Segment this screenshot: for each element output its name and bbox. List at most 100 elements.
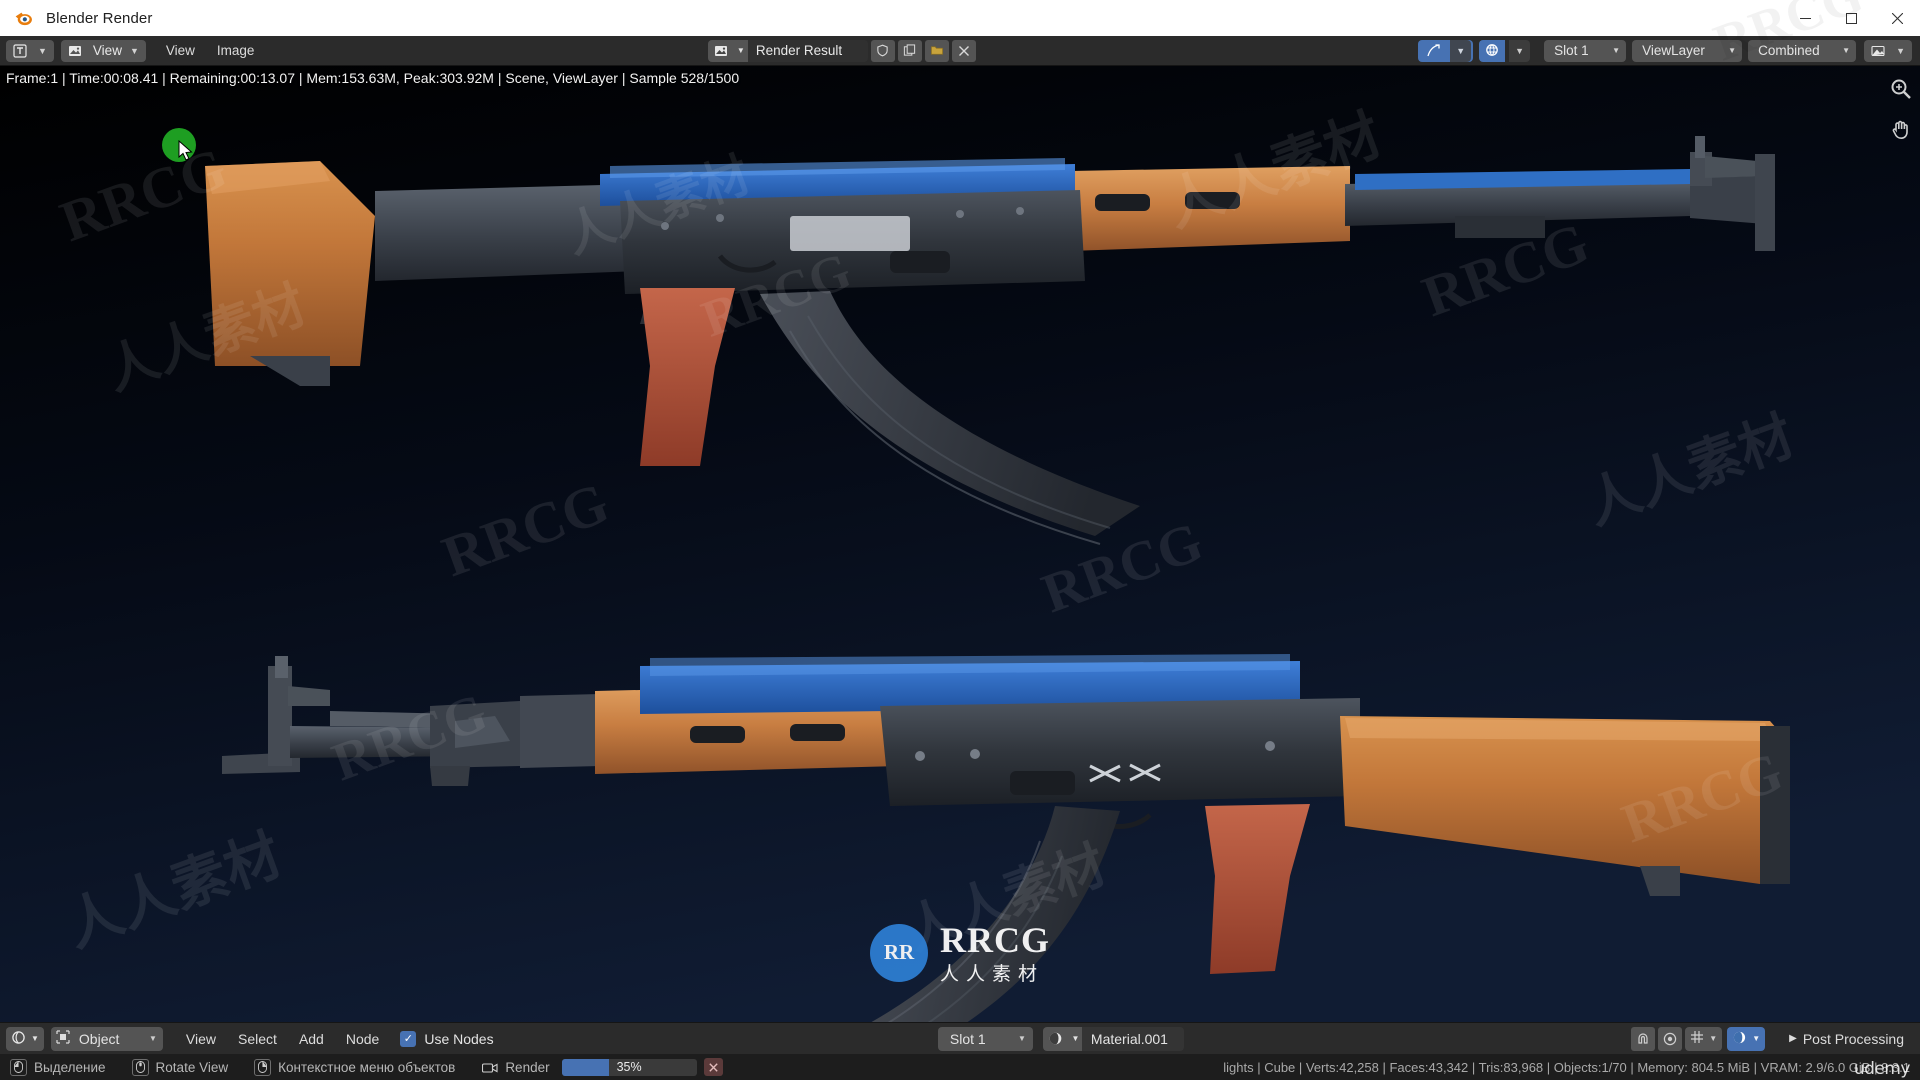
image-editor-header: ▼ View ▼ View Image ▼ Render Result ▼ ▼ …	[0, 36, 1920, 66]
chevron-down-icon: ▼	[31, 1034, 39, 1043]
minimize-button[interactable]	[1782, 0, 1828, 36]
fake-user-shield-icon[interactable]	[870, 39, 895, 62]
maximize-button[interactable]	[1828, 0, 1874, 36]
rrcg-logo-circle: RR	[870, 923, 928, 982]
status-bar: Выделение Rotate View Контекстное меню о…	[0, 1054, 1920, 1080]
use-nodes-toggle[interactable]: ✓ Use Nodes	[400, 1030, 494, 1047]
shader-editor-header: ▼ Object ▼ View Select Add Node ✓ Use No…	[0, 1022, 1920, 1054]
rrcg-logo-line1: RRCG	[940, 920, 1050, 960]
node-slot-selector[interactable]: Slot 1 ▼	[937, 1026, 1033, 1051]
checkbox-checked-icon: ✓	[400, 1030, 417, 1047]
post-processing-label: Post Processing	[1802, 1030, 1905, 1047]
image-datablock-icon	[707, 39, 734, 62]
shader-editor-type-selector[interactable]: ▼	[6, 1026, 44, 1051]
menu-image[interactable]: Image	[206, 40, 266, 62]
zoom-magnifier-icon[interactable]	[1890, 78, 1912, 104]
image-editor-type-icon	[8, 39, 32, 62]
chevron-down-icon[interactable]: ▼	[1450, 39, 1472, 62]
window-controls	[1782, 0, 1920, 36]
shading-sphere-icon	[1732, 1030, 1747, 1048]
chevron-down-icon: ▼	[129, 45, 139, 56]
snap-grid-icon	[1690, 1030, 1704, 1047]
use-nodes-label: Use Nodes	[424, 1030, 494, 1047]
shader-type-label: Object	[78, 1030, 120, 1047]
render-progress-bar: 35%	[561, 1058, 697, 1076]
rrcg-center-logo: RR RRCG 人人素材	[870, 919, 1050, 986]
chevron-down-icon: ▼	[1018, 1034, 1026, 1043]
gizmo-toggle[interactable]: ▼	[1418, 39, 1474, 62]
image-datablock-name: Render Result	[747, 39, 868, 62]
chevron-down-icon: ▼	[1842, 46, 1851, 55]
window-title: Blender Render	[46, 9, 153, 27]
chevron-down-icon: ▼	[1752, 1034, 1761, 1043]
udemy-watermark: udemy	[1853, 1059, 1911, 1079]
status-select-hint: Выделение	[10, 1058, 106, 1076]
snap-grid-selector[interactable]: ▼	[1685, 1026, 1723, 1051]
overlays-toggle-icon	[1479, 39, 1506, 62]
editor-type-selector[interactable]: ▼	[6, 39, 54, 62]
node-menu-select[interactable]: Select	[227, 1027, 288, 1051]
node-menu-node[interactable]: Node	[335, 1027, 390, 1051]
chevron-down-icon: ▼	[38, 45, 47, 56]
new-image-copy-icon[interactable]	[897, 39, 922, 62]
status-context-menu-label: Контекстное меню объектов	[278, 1059, 456, 1075]
shader-editor-type-icon	[11, 1030, 26, 1048]
chevron-down-icon[interactable]: ▼	[1509, 39, 1531, 62]
chevron-down-icon: ▼	[1709, 1034, 1718, 1043]
shader-type-selector[interactable]: Object ▼	[50, 1026, 163, 1051]
blender-render-window: Blender Render RRCG ▼ View	[0, 0, 1920, 1080]
chevron-down-icon: ▼	[1728, 46, 1737, 55]
chevron-down-icon: ▼	[1612, 46, 1621, 55]
render-slot-selector[interactable]: Slot 1 ▼	[1544, 39, 1627, 62]
render-slot-label: Slot 1	[1554, 43, 1589, 58]
view-layer-label: ViewLayer	[1642, 43, 1705, 58]
status-rotate-label: Rotate View	[155, 1059, 229, 1075]
chevron-down-icon: ▼	[149, 1034, 157, 1043]
render-result-image	[0, 66, 1920, 1022]
pan-hand-icon[interactable]	[1890, 118, 1912, 144]
mouse-right-icon	[254, 1058, 272, 1076]
render-progress-percent: 35%	[616, 1059, 642, 1074]
unlink-x-icon[interactable]	[951, 39, 976, 62]
node-menu-add[interactable]: Add	[288, 1027, 335, 1051]
material-sphere-icon	[1042, 1026, 1069, 1051]
chevron-right-icon: ▶	[1789, 1033, 1797, 1044]
display-channels-selector[interactable]: ▼	[1864, 39, 1913, 62]
material-datablock-selector[interactable]: ▼ Material.001	[1042, 1026, 1184, 1051]
render-progress: 35%	[561, 1058, 723, 1076]
image-view-mode-selector[interactable]: View ▼	[60, 39, 146, 62]
overlays-toggle[interactable]: ▼	[1477, 39, 1532, 62]
mouse-cursor-icon	[178, 140, 193, 161]
snap-magnet-icon[interactable]	[1631, 1026, 1656, 1051]
cancel-render-button[interactable]	[703, 1058, 723, 1076]
display-channels-icon	[1866, 39, 1891, 62]
render-job-label: Render	[505, 1059, 550, 1075]
blender-logo-icon	[15, 12, 32, 26]
mouse-left-icon	[10, 1058, 27, 1076]
render-pass-selector[interactable]: Combined ▼	[1748, 39, 1857, 62]
menu-view[interactable]: View	[155, 40, 206, 62]
open-image-folder-icon[interactable]	[924, 39, 949, 62]
view-layer-selector[interactable]: ViewLayer ▼	[1632, 39, 1743, 62]
window-title-bar: Blender Render RRCG	[0, 0, 1920, 72]
node-slot-label: Slot 1	[949, 1030, 986, 1047]
render-progress-info: Frame:1 | Time:00:08.41 | Remaining:00:1…	[6, 70, 740, 86]
rrcg-logo-line2: 人人素材	[940, 963, 1045, 985]
proportional-edit-icon[interactable]	[1658, 1026, 1683, 1051]
gizmo-toggle-icon	[1420, 39, 1447, 62]
render-job-status: Render	[481, 1059, 550, 1076]
image-view-mode-label: View	[92, 43, 122, 58]
render-pass-label: Combined	[1758, 43, 1820, 58]
render-camera-icon	[481, 1059, 498, 1076]
image-datablock-selector[interactable]: ▼ Render Result	[707, 39, 868, 62]
object-shader-icon	[56, 1030, 70, 1047]
chevron-down-icon: ▼	[733, 39, 748, 62]
post-processing-panel-toggle[interactable]: ▶ Post Processing	[1789, 1031, 1904, 1047]
close-button[interactable]	[1874, 0, 1920, 36]
viewport-side-tools	[1890, 78, 1912, 144]
status-select-label: Выделение	[34, 1059, 106, 1075]
render-viewport[interactable]: RRCG 人人素材 RRCG 人人素材 RRCG 人人素材 RRCG 人人素材 …	[0, 66, 1920, 1022]
shading-selector[interactable]: ▼	[1727, 1026, 1766, 1051]
node-menu-view[interactable]: View	[175, 1027, 227, 1051]
status-rotate-hint: Rotate View	[131, 1058, 229, 1076]
